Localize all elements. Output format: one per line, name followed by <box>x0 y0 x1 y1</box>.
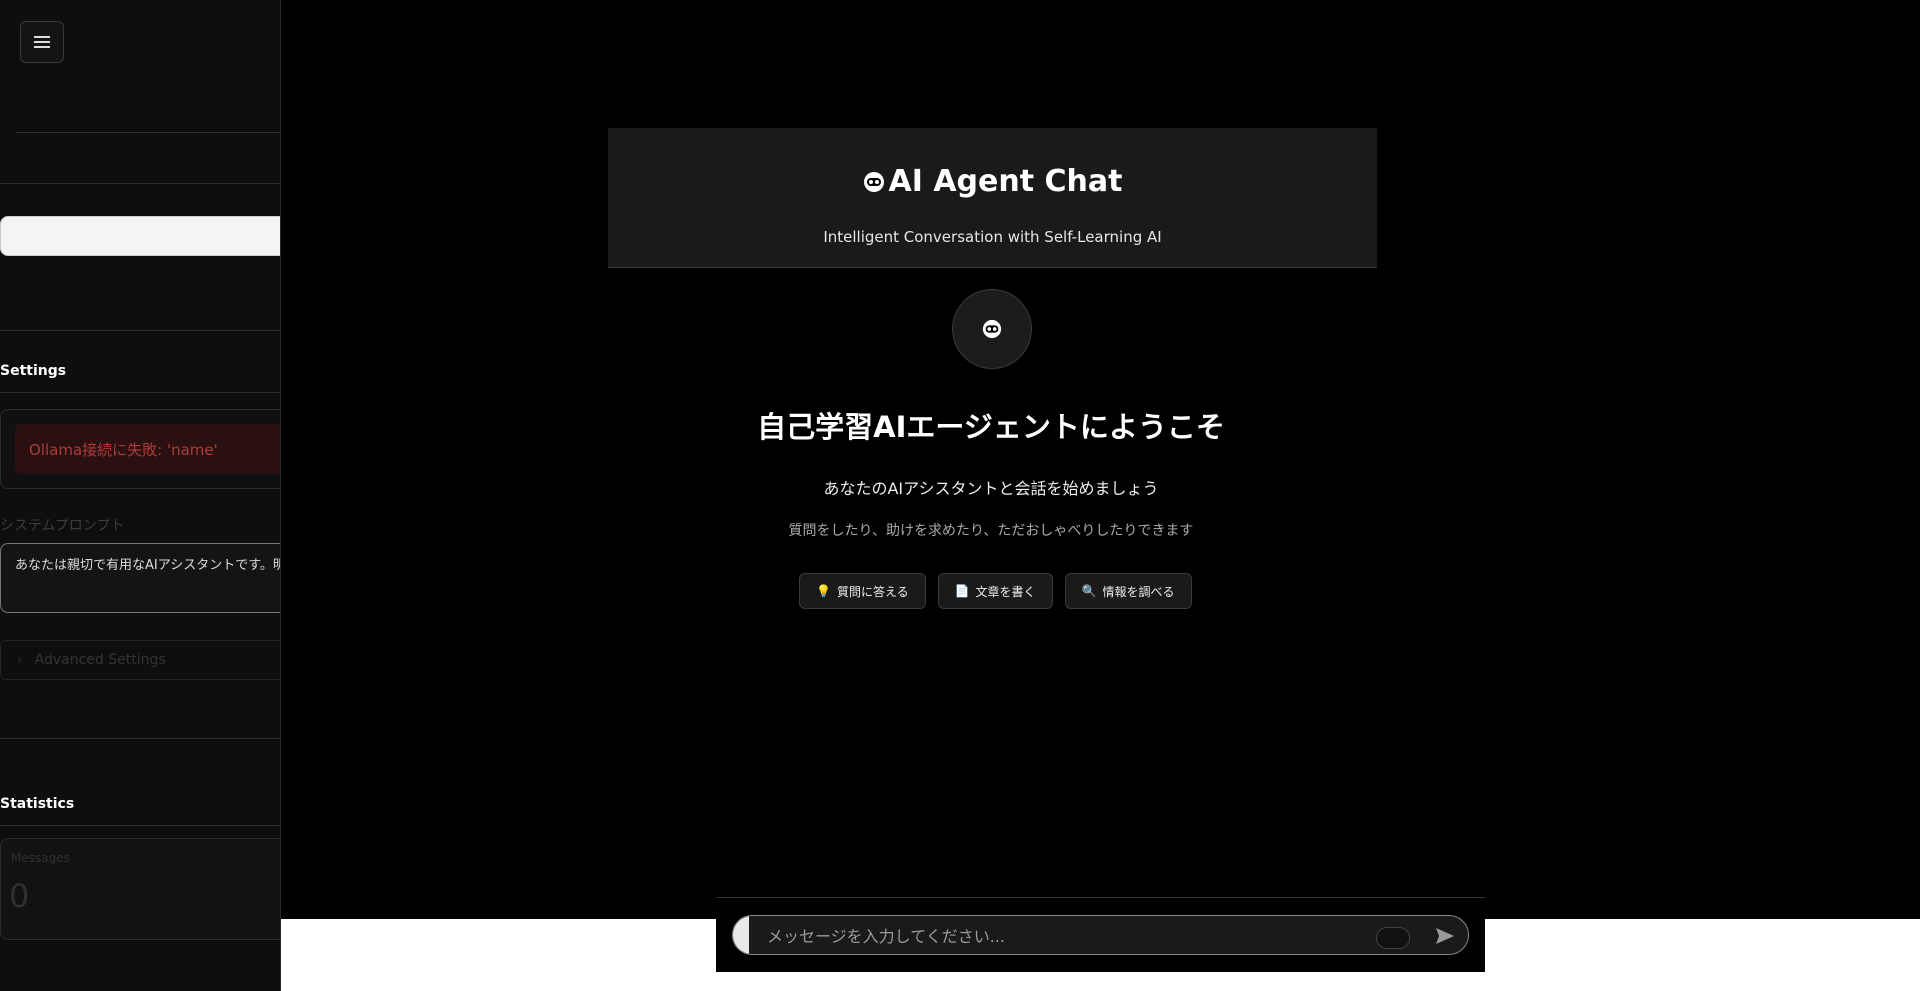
welcome-description: 質問をしたり、助けを求めたり、ただおしゃべりしたりできます <box>788 523 1194 539</box>
chevron-right-icon: › <box>17 652 23 668</box>
divider <box>0 392 280 393</box>
error-alert: Ollama接続に失敗: 'name' <box>15 424 280 474</box>
welcome-subtitle: あなたのAIアシスタントと会話を始めましょう <box>823 479 1159 498</box>
input-left-edge <box>733 916 749 954</box>
system-prompt-textarea[interactable]: あなたは親切で有用なAIアシスタントです。明 <box>0 543 280 613</box>
lightbulb-icon: 💡 <box>816 584 831 598</box>
settings-heading: Settings <box>0 363 67 379</box>
welcome-title: 自己学習AIエージェントにようこそ <box>757 410 1225 444</box>
sidebar-input[interactable] <box>0 216 280 256</box>
magnifier-icon: 🔍 <box>1081 584 1097 598</box>
chat-input-container <box>732 915 1469 955</box>
messages-metric: Messages 0 <box>0 838 280 940</box>
page-title: AI Agent Chat <box>608 164 1377 199</box>
system-prompt-label: システムプロンプト <box>0 518 125 534</box>
messages-label: Messages <box>11 851 70 865</box>
divider <box>0 330 280 331</box>
header-card: AI Agent Chat Intelligent Conversation w… <box>608 128 1377 268</box>
document-icon: 📄 <box>954 584 970 598</box>
statistics-heading: Statistics <box>0 796 75 812</box>
messages-value: 0 <box>9 877 30 915</box>
avatar <box>952 289 1032 369</box>
page-subtitle: Intelligent Conversation with Self-Learn… <box>823 228 1162 246</box>
title-text: AI Agent Chat <box>888 164 1123 199</box>
divider <box>0 738 280 739</box>
divider <box>0 825 280 826</box>
error-container: Ollama接続に失敗: 'name' <box>0 409 280 489</box>
suggestion-chips: 💡 質問に答える 📄 文章を書く 🔍 情報を調べる <box>799 573 1192 609</box>
chip-answer-questions[interactable]: 💡 質問に答える <box>799 573 926 609</box>
advanced-settings-label: Advanced Settings <box>34 652 166 668</box>
menu-button[interactable] <box>20 21 64 63</box>
main-area: AI Agent Chat Intelligent Conversation w… <box>281 0 1920 991</box>
chat-input[interactable] <box>765 916 1369 954</box>
hamburger-icon <box>34 36 50 48</box>
chip-label: 質問に答える <box>836 584 909 599</box>
chat-input-area <box>716 897 1485 972</box>
sidebar: Settings Ollama接続に失敗: 'name' システムプロンプト あ… <box>0 0 281 991</box>
divider <box>0 183 280 184</box>
robot-icon <box>982 319 1002 339</box>
chip-label: 文章を書く <box>975 584 1036 599</box>
chip-write-text[interactable]: 📄 文章を書く <box>937 573 1053 609</box>
send-icon <box>1436 928 1454 944</box>
divider <box>16 132 280 133</box>
chip-research-info[interactable]: 🔍 情報を調べる <box>1064 573 1192 609</box>
input-toggle[interactable] <box>1376 927 1410 949</box>
chip-label: 情報を調べる <box>1102 584 1175 599</box>
send-button[interactable] <box>1430 922 1460 950</box>
robot-icon <box>863 171 884 192</box>
advanced-settings-expander[interactable]: › Advanced Settings <box>0 640 280 680</box>
